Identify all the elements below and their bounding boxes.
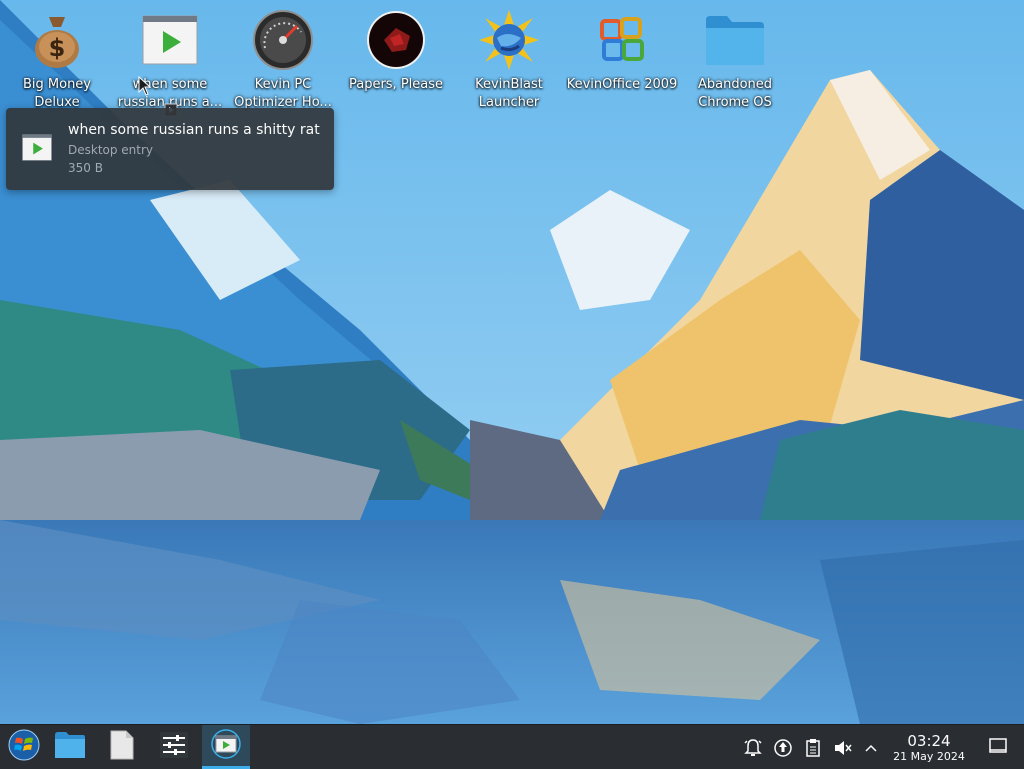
updates-icon[interactable]: [772, 737, 794, 759]
clock-date[interactable]: 21 May 2024: [889, 750, 969, 763]
taskbar: 03:24 21 May 2024: [0, 724, 1024, 769]
text-document-icon: [110, 730, 134, 764]
task-running-app[interactable]: [202, 725, 250, 769]
clock-time[interactable]: 03:24: [889, 732, 969, 750]
expand-tray-icon[interactable]: [860, 737, 882, 759]
office-logo-icon: [590, 8, 654, 72]
volume-muted-icon[interactable]: [832, 737, 854, 759]
show-desktop-button[interactable]: [987, 737, 1009, 759]
file-manager-icon: [54, 731, 86, 763]
task-text-editor[interactable]: [98, 725, 146, 769]
settings-sliders-icon: [160, 732, 188, 762]
desktop-icon-papers-please[interactable]: Papers, Please: [340, 8, 452, 112]
svg-text:$: $: [49, 34, 66, 62]
task-system-settings[interactable]: [150, 725, 198, 769]
desktop-icon-kevinblast-launcher[interactable]: KevinBlast Launcher: [453, 8, 565, 112]
papers-please-icon: [364, 8, 428, 72]
desktop-icon-russian-rat[interactable]: when some russian runs a...: [114, 8, 226, 112]
tooltip-file-size: 350 B: [68, 161, 103, 175]
desktop-icon-label: Big Money Deluxe: [22, 77, 91, 110]
task-file-manager[interactable]: [46, 725, 94, 769]
speedometer-icon: [251, 8, 315, 72]
file-tooltip: when some russian runs a shitty rat Desk…: [6, 108, 334, 190]
desktop-icon-big-money-deluxe[interactable]: $ Big Money Deluxe: [1, 8, 113, 112]
notifications-icon[interactable]: [742, 737, 764, 759]
show-desktop-icon: [989, 737, 1007, 759]
globe-burst-icon: [477, 8, 541, 72]
desktop[interactable]: $ Big Money Deluxe when some russian run…: [0, 0, 1024, 724]
desktop-icon-kevinoffice-2009[interactable]: KevinOffice 2009: [566, 8, 678, 112]
start-menu-button[interactable]: [0, 725, 48, 769]
clipboard-icon[interactable]: [802, 737, 824, 759]
play-window-icon: [138, 8, 202, 72]
folder-icon: [703, 8, 767, 72]
desktop-icon-label: Abandoned Chrome OS: [697, 77, 773, 110]
money-bag-icon: $: [25, 8, 89, 72]
desktop-icon-label: KevinOffice 2009: [566, 77, 678, 92]
tooltip-title: when some russian runs a shitty rat: [68, 122, 320, 138]
tooltip-file-type: Desktop entry: [68, 143, 154, 157]
play-window-icon: [22, 134, 52, 165]
desktop-icon-abandoned-chrome-os[interactable]: Abandoned Chrome OS: [679, 8, 791, 112]
start-menu-icon: [8, 729, 40, 765]
desktop-icon-label: Kevin PC Optimizer Ho...: [234, 77, 332, 110]
desktop-icon-label: KevinBlast Launcher: [475, 77, 543, 110]
desktop-icon-kevin-pc-optimizer[interactable]: Kevin PC Optimizer Ho...: [227, 8, 339, 112]
mouse-cursor-icon: [138, 75, 152, 100]
desktop-icon-label: Papers, Please: [348, 77, 444, 92]
play-window-icon: [211, 728, 241, 763]
